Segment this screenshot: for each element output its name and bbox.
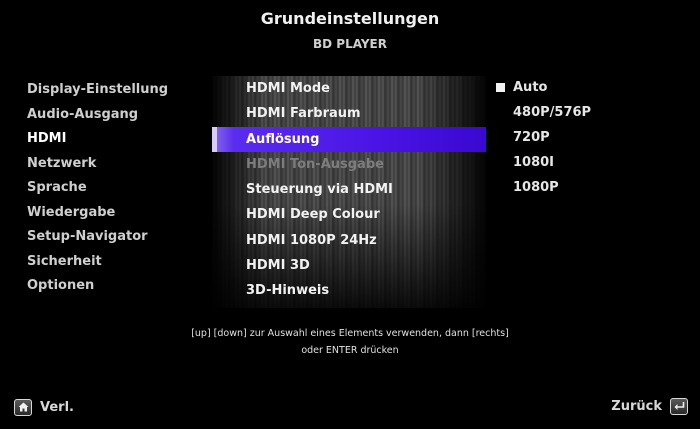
option-auto[interactable]: Auto — [495, 76, 685, 101]
page-title: Grundeinstellungen — [260, 9, 440, 28]
page-subtitle: BD PLAYER — [313, 37, 387, 51]
menu-item-steuerung-via-hdmi[interactable]: Steuerung via HDMI — [212, 177, 486, 202]
setup-screen: Grundeinstellungen BD PLAYER Display-Ein… — [0, 0, 700, 429]
option-720p[interactable]: 720P — [495, 126, 685, 151]
category-sicherheit[interactable]: Sicherheit — [27, 250, 197, 275]
category-setup-navigator[interactable]: Setup-Navigator — [27, 225, 197, 250]
option-1080i[interactable]: 1080I — [495, 151, 685, 176]
option-1080p[interactable]: 1080P — [495, 176, 685, 201]
hint-line-2: oder ENTER drücken — [301, 345, 399, 356]
menu-item-hdmi-mode[interactable]: HDMI Mode — [212, 76, 486, 101]
category-netzwerk[interactable]: Netzwerk — [27, 152, 197, 177]
back-label: Zurück — [611, 398, 662, 414]
back-control[interactable]: Zurück — [603, 396, 688, 416]
category-wiedergabe[interactable]: Wiedergabe — [27, 201, 197, 226]
navigation-hint: [up] [down] zur Auswahl eines Elements v… — [0, 325, 700, 359]
option-label: Auto — [513, 80, 548, 95]
home-control[interactable]: Verl. — [14, 398, 82, 416]
selected-marker-icon — [496, 83, 505, 92]
menu-item-hdmi-ton-ausgabe: HDMI Ton-Ausgabe — [246, 156, 384, 172]
category-hdmi[interactable]: HDMI — [27, 127, 197, 152]
resolution-options: Auto 480P/576P 720P 1080I 1080P — [495, 76, 685, 201]
option-label: 1080P — [513, 180, 559, 195]
category-optionen[interactable]: Optionen — [27, 274, 197, 299]
option-label: 1080I — [513, 155, 555, 170]
option-label: 480P/576P — [513, 105, 592, 120]
hint-line-1: [up] [down] zur Auswahl eines Elements v… — [191, 328, 509, 339]
menu-item-aufloesung[interactable]: Auflösung — [212, 126, 486, 153]
hdmi-settings-menu: HDMI Mode HDMI Farbraum Auflösung HDMI T… — [212, 76, 486, 304]
category-display-einstellung[interactable]: Display-Einstellung — [27, 78, 197, 103]
menu-item-hdmi-1080p-24hz[interactable]: HDMI 1080P 24Hz — [212, 228, 486, 253]
menu-item-hdmi-deep-colour[interactable]: HDMI Deep Colour — [212, 202, 486, 227]
category-audio-ausgang[interactable]: Audio-Ausgang — [27, 103, 197, 128]
home-icon — [14, 398, 32, 416]
menu-item-hdmi-farbraum[interactable]: HDMI Farbraum — [212, 101, 486, 126]
option-480p-576p[interactable]: 480P/576P — [495, 101, 685, 126]
category-sprache[interactable]: Sprache — [27, 176, 197, 201]
return-icon — [670, 397, 688, 415]
menu-item-hdmi-3d[interactable]: HDMI 3D — [212, 253, 486, 278]
category-list: Display-Einstellung Audio-Ausgang HDMI N… — [27, 78, 197, 299]
menu-item-3d-hinweis[interactable]: 3D-Hinweis — [212, 278, 486, 303]
home-label: Verl. — [40, 399, 74, 415]
option-label: 720P — [513, 130, 550, 145]
